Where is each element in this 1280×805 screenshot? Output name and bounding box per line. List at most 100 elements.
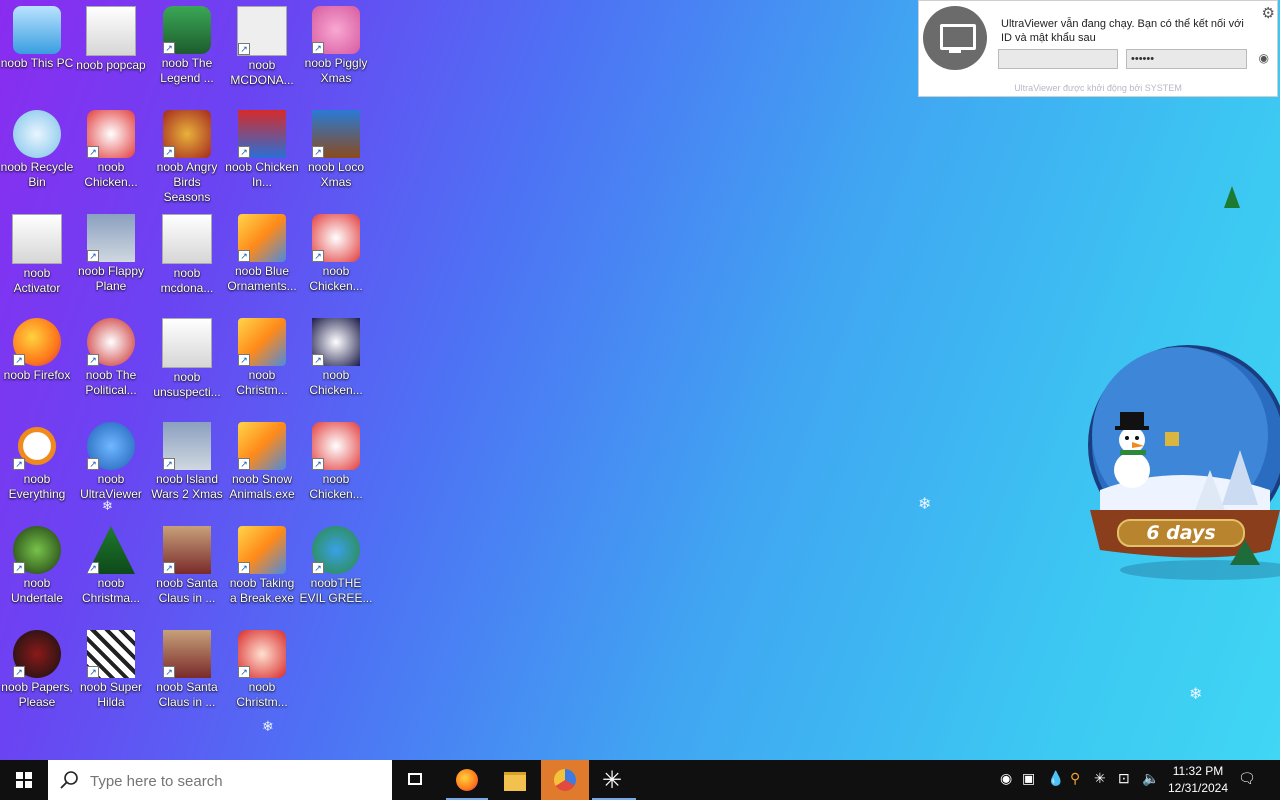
desktop-icon-label: noob Angry Birds Seasons [156,160,218,204]
tree-99-icon: ↗ [87,526,135,574]
task-view-button[interactable] [396,760,438,800]
taskbar-clock[interactable]: 11:32 PM 12/31/2024 [1160,763,1236,797]
tray-everything-icon[interactable]: ⚲ [1070,770,1080,787]
desktop-icon-label: noob Chicken... [309,368,363,397]
settings-gear-icon[interactable]: ⚙ [1262,4,1275,22]
desktop-icon[interactable]: ↗ noob Santa Claus in ... [150,624,224,724]
desktop-icon[interactable]: ↗ noob Christm... [225,624,299,724]
taskbar: ✳ ◉ ▣ 💧 ⚲ ✳ ⊡ 🔈 11:32 PM 12/31/2024 🗨 [0,760,1280,800]
desktop-icon-label: noob Loco Xmas [307,160,365,189]
desktop-icon[interactable]: ↗ noob Angry Birds Seasons [150,104,224,204]
shortcut-arrow-icon: ↗ [312,354,324,366]
desktop-icon[interactable]: ↗ noob Piggly Xmas [299,0,373,100]
ultraviewer-id-field[interactable] [998,49,1118,69]
firefox-icon [456,769,478,791]
search-icon [60,771,78,789]
taskbar-app-file-explorer[interactable] [494,760,536,800]
desktop-icon[interactable]: ↗ noob Loco Xmas [299,104,373,204]
shortcut-arrow-icon: ↗ [312,562,324,574]
desktop-icon[interactable]: ↗ noob Blue Ornaments... [225,208,299,308]
ultraviewer-logo-icon [923,6,987,70]
ultraviewer-message: UltraViewer vẫn đang chạy. Bạn có thể kế… [1001,18,1244,44]
desktop-icon-label: noob Chicken... [309,472,363,501]
network-icon[interactable]: ⊡ [1118,770,1130,787]
ultraviewer-footer: UltraViewer được khởi động bởi SYSTEM [1014,83,1182,93]
desktop-icon[interactable]: ↗ noob Christm... [225,312,299,412]
desktop-icon[interactable]: noob popcap [74,0,148,100]
desktop-icon[interactable]: ↗ noob Chicken... [299,312,373,412]
desktop-icon[interactable]: ↗ noob Undertale [0,520,74,620]
undertale-icon: ↗ [13,526,61,574]
desktop-icon-label: noob Firefox [3,368,71,382]
desktop-icon[interactable]: ↗ noobTHE EVIL GREE... [299,520,373,620]
desktop-icon-label: noob Chicken... [84,160,138,189]
installer-icon: ↗ [238,526,286,574]
desktop-icon[interactable]: ↗ noob The Legend ... [150,0,224,100]
desktop-icon-label: noob mcdona... [160,266,214,295]
desktop-icon[interactable]: ↗ noob Island Wars 2 Xmas [150,416,224,516]
desktop-icon[interactable]: ↗ noob Chicken... [299,416,373,516]
desktop-icon[interactable]: ↗ noob Flappy Plane [74,208,148,308]
desktop-icon-label: noob Christm... [236,368,288,397]
desktop-icon[interactable]: ↗ noob The Political... [74,312,148,412]
notifications-icon[interactable]: 🗨 [1238,770,1256,787]
desktop-icon[interactable]: ↗ noob Santa Claus in ... [150,520,224,620]
shortcut-arrow-icon: ↗ [13,458,25,470]
desktop-icon[interactable]: ↗ noob Chicken... [299,208,373,308]
chicken-icon: ↗ [312,214,360,262]
taskbar-app-snowflake[interactable]: ✳ [592,760,636,800]
desktop-icon[interactable]: ↗ noob MCDONA... [225,0,299,100]
installer-icon: ↗ [238,214,286,262]
tray-ultraviewer-icon[interactable]: ▣ [1022,770,1035,787]
folder-icon [86,6,136,56]
taskbar-app-firefox[interactable] [446,760,488,800]
desktop-icon[interactable]: ↗ noob Everything [0,416,74,516]
taskbar-search-box[interactable] [48,760,392,800]
desktop-icon-label: noob The Legend ... [160,56,214,85]
volume-icon[interactable]: 🔈 [1142,770,1159,787]
desktop[interactable]: noob This PC noob popcap ↗ noob The Legend … [0,0,1280,760]
shortcut-arrow-icon: ↗ [238,250,250,262]
desktop-icon[interactable]: ↗ noob Super Hilda [74,624,148,724]
desktop-icon[interactable]: noob Activator [0,208,74,308]
tray-app-icon[interactable]: ◉ [1000,770,1012,787]
badge-2020-icon: ↗ [87,318,135,366]
shortcut-arrow-icon: ↗ [238,562,250,574]
desktop-icon[interactable]: ↗ noob Chicken In... [225,104,299,204]
windows-logo-icon [16,772,32,788]
desktop-icon[interactable]: noob mcdona... [150,208,224,308]
folder-icon [162,214,212,264]
start-button[interactable] [0,760,48,800]
desktop-icon-label: noob This PC [0,56,74,70]
tray-droplet-icon[interactable]: 💧 [1047,770,1064,787]
shortcut-arrow-icon: ↗ [238,146,250,158]
photo-icon: ↗ [87,214,135,262]
desktop-icon-label: noob Taking a Break.exe [229,576,295,605]
desktop-icon[interactable]: ↗ noob Firefox [0,312,74,412]
tray-snowflake-icon[interactable]: ✳ [1094,770,1106,787]
desktop-icon[interactable]: ↗ noob Christma... [74,520,148,620]
ultraviewer-password-field[interactable] [1126,49,1247,69]
shortcut-arrow-icon: ↗ [87,354,99,366]
ultraviewer-notification[interactable]: UltraViewer vẫn đang chạy. Bạn có thể kế… [918,0,1278,97]
show-password-eye-icon[interactable]: ◉ [1259,51,1269,65]
desktop-icon[interactable]: noob This PC [0,0,74,100]
desktop-icon[interactable]: ↗ noob Chicken... [74,104,148,204]
shortcut-arrow-icon: ↗ [13,354,25,366]
taskbar-app-active[interactable] [541,760,589,800]
desktop-icon[interactable]: noob Recycle Bin [0,104,74,204]
shortcut-arrow-icon: ↗ [312,250,324,262]
desktop-icon[interactable]: ↗ noob Snow Animals.exe [225,416,299,516]
file-explorer-icon [504,772,526,791]
desktop-icon[interactable]: noob unsuspecti... [150,312,224,412]
chicken-icon: ↗ [87,110,135,158]
santa-face-icon: ↗ [238,630,286,678]
search-input[interactable] [88,768,382,794]
installer-icon: ↗ [238,318,286,366]
desktop-icon[interactable]: ↗ noob Taking a Break.exe [225,520,299,620]
chrome-like-icon [554,769,576,791]
snowflake-icon: ❄ [1189,686,1203,703]
desktop-icon[interactable]: ↗ noob Papers, Please [0,624,74,724]
shortcut-arrow-icon: ↗ [312,42,324,54]
snow-globe-widget[interactable]: 6 days [1060,340,1280,590]
